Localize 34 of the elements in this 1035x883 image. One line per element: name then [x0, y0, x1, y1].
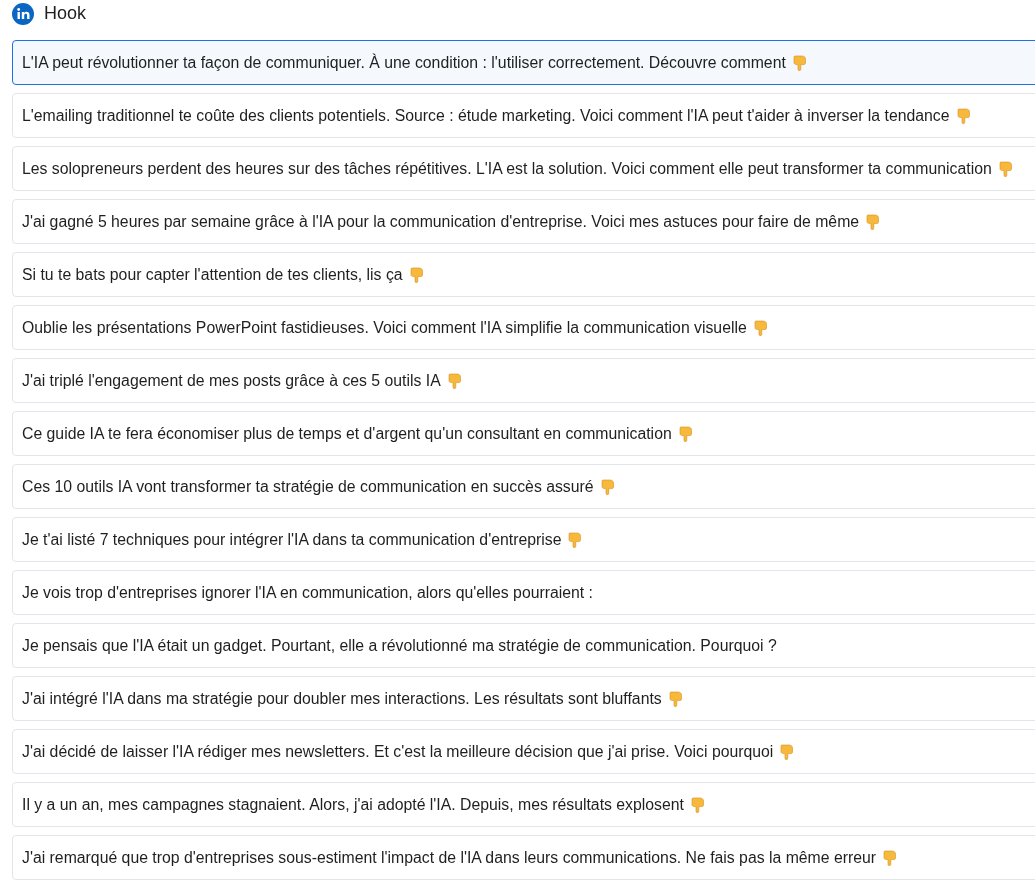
- hook-text: J'ai décidé de laisser l'IA rédiger mes newsletters. Et c'est la meilleure décision que j'ai prise. Voici pourquoi: [22, 741, 774, 762]
- section-title: Hook: [44, 2, 87, 25]
- hook-option[interactable]: Je vois trop d'entreprises ignorer l'IA en communication, alors qu'elles pourraient :: [12, 570, 1035, 615]
- hook-text: J'ai intégré l'IA dans ma stratégie pour doubler mes interactions. Les résultats sont bluffants: [22, 688, 662, 709]
- hook-option[interactable]: Ces 10 outils IA vont transformer ta stratégie de communication en succès assuré: [12, 464, 1035, 509]
- hook-option[interactable]: Il y a un an, mes campagnes stagnaient. Alors, j'ai adopté l'IA. Depuis, mes résultats explosent: [12, 782, 1035, 827]
- hook-text: Il y a un an, mes campagnes stagnaient. Alors, j'ai adopté l'IA. Depuis, mes résultats explosent: [22, 794, 684, 815]
- hook-text: Ces 10 outils IA vont transformer ta stratégie de communication en succès assuré: [22, 476, 594, 497]
- hook-option[interactable]: Ce guide IA te fera économiser plus de temps et d'argent qu'un consultant en communication: [12, 411, 1035, 456]
- hook-text: L'emailing traditionnel te coûte des clients potentiels. Source : étude marketing. Voici comment l'IA peut t'aider à inverser la tendance: [22, 105, 950, 126]
- hook-text: Si tu te bats pour capter l'attention de tes clients, lis ça: [22, 264, 403, 285]
- hook-option[interactable]: J'ai décidé de laisser l'IA rédiger mes newsletters. Et c'est la meilleure décision que j'ai prise. Voici pourquoi: [12, 729, 1035, 774]
- hook-option[interactable]: Je pensais que l'IA était un gadget. Pourtant, elle a révolutionné ma stratégie de communication. Pourquoi ?: [12, 623, 1035, 668]
- hook-option[interactable]: J'ai triplé l'engagement de mes posts grâce à ces 5 outils IA: [12, 358, 1035, 403]
- hook-option[interactable]: J'ai gagné 5 heures par semaine grâce à l'IA pour la communication d'entreprise. Voici mes astuces pour faire de même: [12, 199, 1035, 244]
- hook-text: Les solopreneurs perdent des heures sur des tâches répétitives. L'IA est la solution. Voici comment elle peut transformer ta communication: [22, 158, 992, 179]
- hook-option[interactable]: J'ai intégré l'IA dans ma stratégie pour doubler mes interactions. Les résultats sont bluffants: [12, 676, 1035, 721]
- hook-option[interactable]: Les solopreneurs perdent des heures sur des tâches répétitives. L'IA est la solution. Voici comment elle peut transformer ta communication: [12, 146, 1035, 191]
- hook-option[interactable]: J'ai remarqué que trop d'entreprises sous-estiment l'impact de l'IA dans leurs communications. Ne fais pas la même erreur: [12, 835, 1035, 880]
- hook-text: L'IA peut révolutionner ta façon de communiquer. À une condition : l'utiliser correctement. Découvre comment: [22, 52, 786, 73]
- hook-text: Oublie les présentations PowerPoint fastidieuses. Voici comment l'IA simplifie la communication visuelle: [22, 317, 747, 338]
- hook-text: Je t'ai listé 7 techniques pour intégrer l'IA dans ta communication d'entreprise: [22, 529, 562, 550]
- hook-text: J'ai remarqué que trop d'entreprises sous-estiment l'impact de l'IA dans leurs communications. Ne fais pas la même erreur: [22, 847, 877, 868]
- hook-text: J'ai gagné 5 heures par semaine grâce à l'IA pour la communication d'entreprise. Voici mes astuces pour faire de même: [22, 211, 860, 232]
- hook-option[interactable]: L'IA peut révolutionner ta façon de communiquer. À une condition : l'utiliser correctement. Découvre comment: [12, 40, 1035, 85]
- hook-text: Je pensais que l'IA était un gadget. Pourtant, elle a révolutionné ma stratégie de communication. Pourquoi ?: [22, 635, 777, 656]
- hook-option[interactable]: L'emailing traditionnel te coûte des clients potentiels. Source : étude marketing. Voici comment l'IA peut t'aider à inverser la tendance: [12, 93, 1035, 138]
- hook-option[interactable]: Je t'ai listé 7 techniques pour intégrer l'IA dans ta communication d'entreprise: [12, 517, 1035, 562]
- hook-text: Je vois trop d'entreprises ignorer l'IA en communication, alors qu'elles pourraient :: [22, 582, 593, 603]
- hook-text: Ce guide IA te fera économiser plus de temps et d'argent qu'un consultant en communication: [22, 423, 672, 444]
- hook-text: J'ai triplé l'engagement de mes posts grâce à ces 5 outils IA: [22, 370, 441, 391]
- linkedin-logo-icon: [12, 2, 34, 25]
- hook-option[interactable]: Oublie les présentations PowerPoint fastidieuses. Voici comment l'IA simplifie la communication visuelle: [12, 305, 1035, 350]
- hook-option[interactable]: Si tu te bats pour capter l'attention de tes clients, lis ça: [12, 252, 1035, 297]
